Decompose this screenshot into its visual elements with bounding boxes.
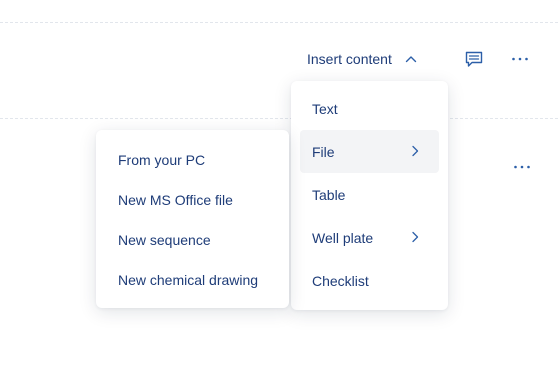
chevron-right-icon bbox=[412, 145, 419, 157]
comment-icon bbox=[465, 51, 483, 67]
insert-content-label: Insert content bbox=[307, 51, 392, 67]
more-horizontal-icon bbox=[512, 57, 528, 61]
more-horizontal-icon bbox=[514, 165, 530, 169]
submenu-item-new-sequence[interactable]: New sequence bbox=[106, 222, 282, 258]
chevron-right-icon bbox=[412, 231, 419, 243]
comment-button[interactable] bbox=[464, 49, 484, 69]
insert-content-menu: Text File Table Well plate Checklist bbox=[291, 81, 448, 310]
chevron-up-icon bbox=[405, 56, 417, 63]
submenu-item-label: New MS Office file bbox=[118, 192, 233, 208]
menu-item-label: Table bbox=[312, 186, 346, 203]
submenu-item-label: New sequence bbox=[118, 232, 211, 248]
section-more-options-button[interactable] bbox=[512, 160, 532, 174]
file-submenu: From your PC New MS Office file New sequ… bbox=[96, 130, 289, 308]
menu-item-text[interactable]: Text bbox=[300, 87, 439, 130]
menu-item-label: Well plate bbox=[312, 229, 374, 246]
menu-item-label: Text bbox=[312, 100, 338, 117]
submenu-item-from-your-pc[interactable]: From your PC bbox=[106, 142, 282, 178]
menu-item-label: Checklist bbox=[312, 272, 369, 289]
submenu-item-label: From your PC bbox=[118, 152, 206, 168]
insert-content-button[interactable]: Insert content bbox=[307, 48, 418, 70]
menu-item-label: File bbox=[312, 143, 335, 160]
submenu-item-new-chemical-drawing[interactable]: New chemical drawing bbox=[106, 262, 282, 298]
section-divider-middle bbox=[0, 118, 558, 119]
menu-item-checklist[interactable]: Checklist bbox=[300, 259, 439, 302]
submenu-item-new-ms-office-file[interactable]: New MS Office file bbox=[106, 182, 282, 218]
menu-item-well-plate[interactable]: Well plate bbox=[300, 216, 439, 259]
submenu-item-label: New chemical drawing bbox=[118, 272, 259, 288]
section-divider-top bbox=[0, 22, 558, 23]
menu-item-file[interactable]: File bbox=[300, 130, 439, 173]
page: Insert content Text File Table Well plat… bbox=[0, 0, 558, 376]
menu-item-table[interactable]: Table bbox=[300, 173, 439, 216]
more-options-button[interactable] bbox=[510, 52, 530, 66]
